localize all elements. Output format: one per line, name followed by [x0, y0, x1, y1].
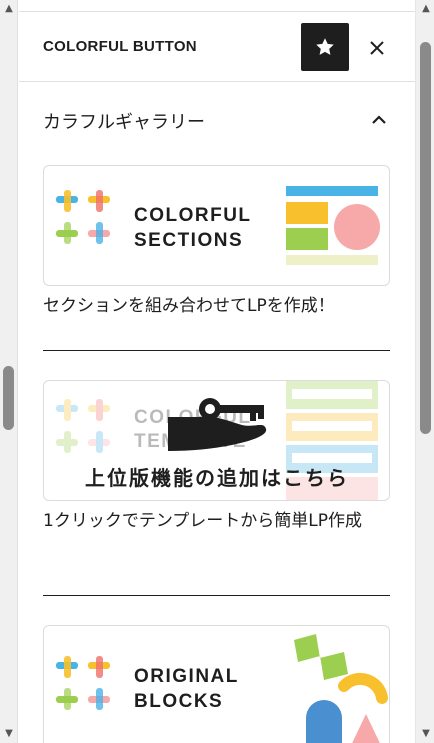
logo-line-2: BLOCKS: [134, 691, 223, 712]
scroll-down-arrow-icon[interactable]: ▼: [420, 729, 432, 739]
star-icon: [316, 38, 334, 55]
gallery-item-caption: 1クリックでテンプレートから簡単LP作成: [43, 511, 363, 531]
colorful-button-panel: COLORFUL BUTTON カラフルギャラリー COLORFUL SECTI…: [19, 0, 415, 743]
right-scrollbar[interactable]: ▲ ▼: [415, 0, 434, 743]
gallery-item-original-blocks[interactable]: ORIGINAL BLOCKS: [43, 625, 390, 743]
divider: [43, 350, 390, 351]
gallery-item-colorful-sections[interactable]: COLORFUL SECTIONS: [43, 165, 390, 286]
left-scrollbar[interactable]: ▲ ▼: [0, 0, 18, 743]
blocks-illustration: [294, 634, 388, 743]
panel-title: COLORFUL BUTTON: [43, 38, 197, 55]
scroll-up-arrow-icon[interactable]: ▲: [3, 4, 15, 14]
close-icon: [370, 41, 384, 55]
logo-line-1: COLORFUL: [134, 205, 252, 226]
gallery-section-toggle[interactable]: カラフルギャラリー: [43, 108, 389, 134]
sections-illustration: [286, 186, 380, 265]
panel-header: COLORFUL BUTTON: [19, 12, 415, 82]
colorful-logo-icon: [56, 656, 110, 710]
gallery-section-title: カラフルギャラリー: [43, 112, 205, 133]
scroll-up-arrow-icon[interactable]: ▲: [420, 4, 432, 14]
logo-line-2: SECTIONS: [134, 230, 243, 251]
colorful-logo-icon: [56, 190, 110, 244]
divider: [43, 595, 390, 596]
close-button[interactable]: [363, 34, 391, 62]
logo-line-1: ORIGINAL: [134, 666, 239, 687]
right-scrollbar-thumb[interactable]: [420, 42, 431, 434]
chevron-up-icon: [372, 115, 386, 124]
gallery-item-colorful-template[interactable]: COLORFUL TEMPLATE 上位版機能の追加はこちら: [43, 380, 390, 501]
upgrade-overlay-text: 上位版機能の追加はこちら: [85, 466, 349, 490]
gallery-item-caption: セクションを組み合わせてLPを作成！: [43, 296, 335, 316]
scroll-down-arrow-icon[interactable]: ▼: [3, 729, 15, 739]
favorite-button[interactable]: [301, 23, 349, 71]
left-scrollbar-thumb[interactable]: [3, 366, 14, 430]
